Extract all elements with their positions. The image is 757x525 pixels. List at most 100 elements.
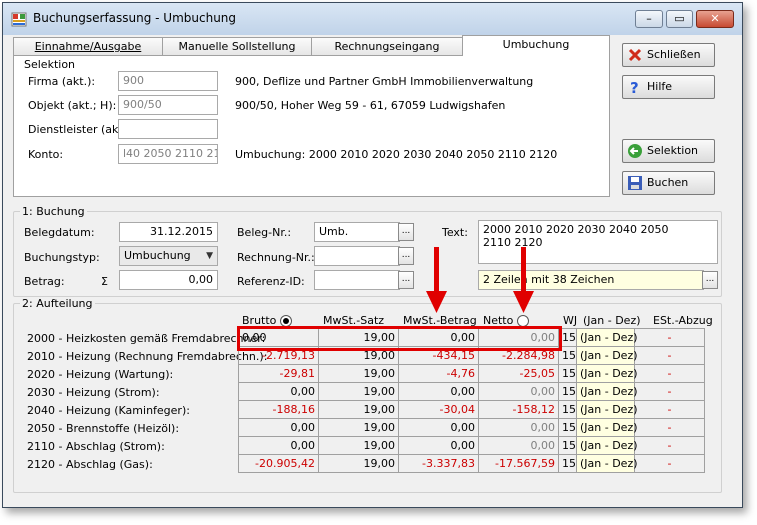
buchungstyp-value: Umbuchung <box>124 249 191 262</box>
cell-satz[interactable]: 19,00 <box>318 436 399 455</box>
row-label: 2010 - Heizung (Rechnung Fremdabrechn.): <box>27 350 268 363</box>
buchen-label: Buchen <box>647 176 689 189</box>
minimize-button[interactable]: – <box>635 10 663 28</box>
objekt-field[interactable]: 900/50 <box>118 95 218 115</box>
cell-mwst[interactable]: 0,00 <box>398 382 479 401</box>
chevron-down-icon: ▼ <box>206 251 213 261</box>
dienstleister-field[interactable] <box>118 119 218 139</box>
client-area: Einnahme/Ausgabe Manuelle Sollstellung R… <box>10 35 735 499</box>
schliessen-button[interactable]: Schließen <box>622 43 715 67</box>
tab-label: Rechnungseingang <box>334 40 440 53</box>
cell-satz[interactable]: 19,00 <box>318 382 399 401</box>
belegdatum-field[interactable]: 31.12.2015 <box>119 222 218 242</box>
table-row: 0,00 19,00 0,00 0,00 15 (Jan - Dez) - <box>238 418 705 437</box>
cell-satz[interactable]: 19,00 <box>318 454 399 473</box>
header-wj: WJ <box>563 314 578 327</box>
cell-brutto[interactable]: 0,00 <box>238 418 319 437</box>
tab-manuelle-sollstellung[interactable]: Manuelle Sollstellung <box>162 37 312 55</box>
cell-netto[interactable]: -158,12 <box>478 400 559 419</box>
cell-mwst[interactable]: -30,04 <box>398 400 479 419</box>
window-title: Buchungserfassung - Umbuchung <box>33 11 237 25</box>
selektion-button[interactable]: Selektion <box>622 139 715 163</box>
cell-brutto[interactable]: 0,00 <box>238 382 319 401</box>
objekt-description: 900/50, Hoher Weg 59 - 61, 67059 Ludwigs… <box>235 99 506 112</box>
cell-mwst[interactable]: 0,00 <box>398 418 479 437</box>
tab-rechnungseingang[interactable]: Rechnungseingang <box>311 37 463 55</box>
cell-wj: 15 <box>558 382 577 401</box>
aufteilung-group-label: 2: Aufteilung <box>20 297 95 310</box>
konto-description: Umbuchung: 2000 2010 2020 2030 2040 2050… <box>235 148 558 161</box>
cell-period: (Jan - Dez) <box>576 328 638 347</box>
referenz-field[interactable] <box>314 270 400 290</box>
buchen-button[interactable]: Buchen <box>622 171 715 195</box>
row-label: 2110 - Abschlag (Strom): <box>27 440 165 453</box>
cell-brutto[interactable]: 0,00 <box>238 436 319 455</box>
close-button[interactable]: ✕ <box>696 10 734 28</box>
cell-brutto[interactable]: -20.905,42 <box>238 454 319 473</box>
tab-umbuchung[interactable]: Umbuchung <box>462 35 610 56</box>
selektion-label: Selektion <box>647 144 699 157</box>
cell-netto[interactable]: -25,05 <box>478 364 559 383</box>
cell-netto[interactable]: -17.567,59 <box>478 454 559 473</box>
row-label: 2050 - Brennstoffe (Heizöl): <box>27 422 180 435</box>
cell-satz[interactable]: 19,00 <box>318 400 399 419</box>
text-browse-button[interactable]: ... <box>702 271 718 289</box>
tab-label: Einnahme/Ausgabe <box>34 40 142 53</box>
row-label: 2020 - Heizung (Wartung): <box>27 368 174 381</box>
cell-period: (Jan - Dez) <box>576 346 638 365</box>
buchungstyp-select[interactable]: Umbuchung ▼ <box>119 246 218 266</box>
cell-est: - <box>634 364 705 383</box>
cell-est: - <box>634 400 705 419</box>
konto-label: Konto: <box>28 148 64 161</box>
cell-period: (Jan - Dez) <box>576 454 638 473</box>
firma-field[interactable]: 900 <box>118 71 218 91</box>
cell-period: (Jan - Dez) <box>576 400 638 419</box>
red-arrow-icon <box>513 247 534 313</box>
cell-mwst[interactable]: -3.337,83 <box>398 454 479 473</box>
tab-strip: Einnahme/Ausgabe Manuelle Sollstellung R… <box>13 35 610 56</box>
cell-satz[interactable]: 19,00 <box>318 364 399 383</box>
cell-wj: 15 <box>558 364 577 383</box>
tab-einnahme-ausgabe[interactable]: Einnahme/Ausgabe <box>13 37 163 55</box>
belegnr-browse-button[interactable]: ... <box>398 223 414 241</box>
belegnr-field[interactable]: Umb. <box>314 222 400 242</box>
red-arrow-icon <box>426 247 447 313</box>
cell-satz[interactable]: 19,00 <box>318 418 399 437</box>
table-row: -29,81 19,00 -4,76 -25,05 15 (Jan - Dez) - <box>238 364 705 383</box>
tab-label: Manuelle Sollstellung <box>178 40 296 53</box>
cell-mwst[interactable]: 0,00 <box>398 436 479 455</box>
row-label: 2030 - Heizung (Strom): <box>27 386 160 399</box>
svg-text:?: ? <box>630 79 639 95</box>
save-disk-icon <box>628 176 642 190</box>
main-window: Buchungserfassung - Umbuchung – ▭ ✕ Einn… <box>2 2 743 508</box>
hilfe-label: Hilfe <box>647 80 673 93</box>
schliessen-label: Schließen <box>647 48 701 61</box>
back-arrow-icon <box>628 144 642 158</box>
cell-est: - <box>634 382 705 401</box>
rechnungnr-label: Rechnung-Nr.: <box>237 251 315 264</box>
app-icon <box>11 12 27 27</box>
rechnungnr-field[interactable] <box>314 246 400 266</box>
cell-netto[interactable]: 0,00 <box>478 382 559 401</box>
betrag-field[interactable]: 0,00 <box>119 270 218 290</box>
cell-est: - <box>634 346 705 365</box>
cell-period: (Jan - Dez) <box>576 418 638 437</box>
konto-field[interactable]: l40 2050 2110 2120 <box>118 144 218 164</box>
rechnungnr-browse-button[interactable]: ... <box>398 247 414 265</box>
maximize-button[interactable]: ▭ <box>666 10 693 28</box>
cell-brutto[interactable]: -29,81 <box>238 364 319 383</box>
table-row: -20.905,42 19,00 -3.337,83 -17.567,59 15 (Jan… <box>238 454 705 473</box>
cell-netto[interactable]: 0,00 <box>478 418 559 437</box>
cell-brutto[interactable]: -188,16 <box>238 400 319 419</box>
sigma-icon: Σ <box>101 275 108 288</box>
objekt-label: Objekt (akt.; H): <box>28 99 117 112</box>
cell-est: - <box>634 328 705 347</box>
cell-netto[interactable]: 0,00 <box>478 436 559 455</box>
buchungstyp-label: Buchungstyp: <box>24 251 100 264</box>
cell-mwst[interactable]: -4,76 <box>398 364 479 383</box>
row-label: 2120 - Abschlag (Gas): <box>27 458 153 471</box>
firma-description: 900, Deflize und Partner GmbH Immobilien… <box>235 75 534 88</box>
referenz-browse-button[interactable]: ... <box>398 271 414 289</box>
hilfe-button[interactable]: ? Hilfe <box>622 75 715 99</box>
cell-period: (Jan - Dez) <box>576 436 638 455</box>
